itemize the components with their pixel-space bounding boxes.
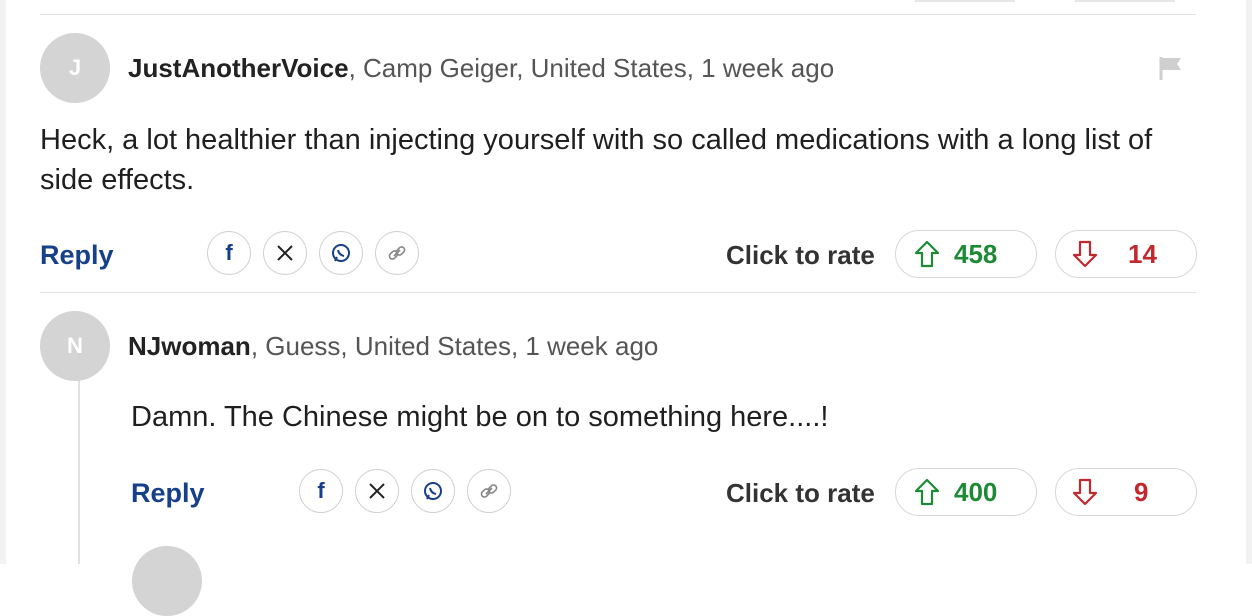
arrow-down-icon [1072, 478, 1098, 506]
reply-button[interactable]: Reply [131, 478, 205, 509]
whatsapp-icon[interactable] [411, 469, 455, 513]
upvote-button[interactable]: 400 [895, 468, 1037, 516]
upvote-count: 458 [954, 238, 998, 269]
username[interactable]: NJwoman [128, 331, 251, 361]
downvote-count: 14 [1128, 238, 1157, 269]
downvote-count: 9 [1134, 476, 1149, 507]
divider-top [40, 14, 1196, 15]
page-edge-left [0, 0, 6, 564]
comment-text: Heck, a lot healthier than injecting you… [40, 124, 1153, 196]
upvote-button[interactable]: 458 [895, 230, 1037, 278]
link-icon[interactable] [375, 231, 419, 275]
comment-meta: JustAnotherVoice, Camp Geiger, United St… [128, 53, 834, 84]
facebook-icon[interactable]: f [299, 469, 343, 513]
facebook-icon[interactable]: f [207, 231, 251, 275]
page-edge-right [1246, 0, 1252, 564]
avatar: N [40, 311, 110, 381]
comment-text: Damn. The Chinese might be on to somethi… [131, 401, 829, 433]
avatar [132, 546, 202, 616]
downvote-button[interactable]: 14 [1055, 230, 1197, 278]
location-time: , Guess, United States, 1 week ago [250, 331, 659, 361]
x-icon[interactable] [263, 231, 307, 275]
whatsapp-icon[interactable] [319, 231, 363, 275]
comment-meta: NJwoman, Guess, United States, 1 week ag… [128, 331, 658, 362]
arrow-up-icon [914, 240, 940, 268]
top-divider-a [915, 0, 1015, 2]
x-icon[interactable] [355, 469, 399, 513]
downvote-button[interactable]: 9 [1055, 468, 1197, 516]
location-time: , Camp Geiger, United States, 1 week ago [348, 53, 835, 83]
arrow-down-icon [1072, 240, 1098, 268]
upvote-count: 400 [954, 476, 998, 507]
username[interactable]: JustAnotherVoice [128, 53, 349, 83]
rate-label: Click to rate [726, 240, 875, 270]
avatar: J [40, 33, 110, 103]
divider [40, 292, 1196, 293]
link-icon[interactable] [467, 469, 511, 513]
reply-button[interactable]: Reply [40, 240, 114, 271]
flag-icon[interactable] [1158, 55, 1184, 86]
rate-label: Click to rate [726, 478, 875, 508]
top-divider-b [1075, 0, 1175, 2]
arrow-up-icon [914, 478, 940, 506]
thread-line [78, 380, 80, 564]
